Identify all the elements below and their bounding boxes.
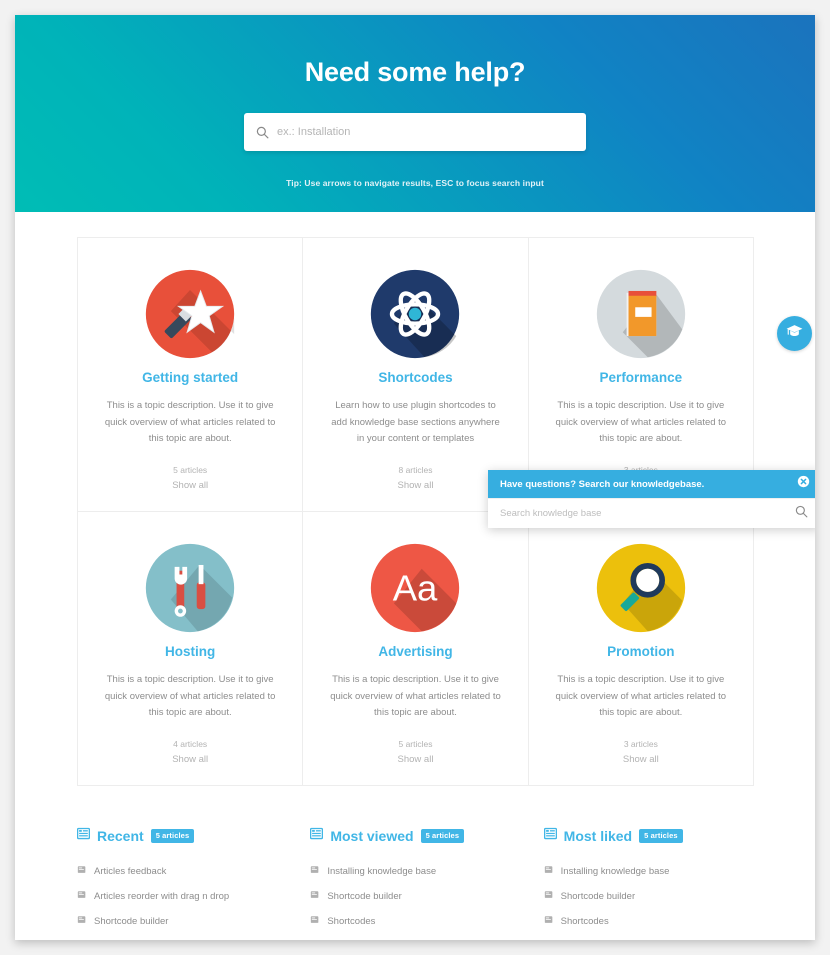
topic-title: Getting started — [142, 370, 239, 385]
list-item[interactable]: Shortcodes — [544, 909, 753, 934]
tools-icon — [100, 536, 280, 640]
topic-title: Hosting — [165, 643, 216, 659]
list-item[interactable]: Installing knowledge base — [310, 859, 519, 884]
list-badge: 5 articles — [420, 828, 465, 843]
topic-article-count: 5 articles — [398, 738, 433, 749]
article-icon — [310, 937, 320, 940]
article-icon — [77, 862, 87, 880]
topic-show-all-link[interactable]: Show all — [100, 754, 280, 765]
topic-description: This is a topic description. Use it to g… — [555, 673, 727, 719]
article-lists: Recent 5 articles Articles feedback Arti… — [77, 827, 753, 940]
article-icon — [544, 862, 554, 880]
widget-header-title: Have questions? Search our knowledgebase… — [500, 478, 705, 490]
list-item-label: Articles feedback — [94, 865, 167, 877]
atom-icon — [325, 262, 505, 366]
list-item[interactable]: Articles reorder with drag n drop — [77, 884, 286, 909]
topic-card-getting-started[interactable]: Getting started This is a topic descript… — [77, 237, 304, 512]
article-icon — [544, 912, 554, 930]
list-item-label: Shortcodes — [327, 915, 376, 927]
list-icon — [77, 827, 90, 845]
list-item-label: Shortcode builder — [560, 890, 636, 902]
search-icon[interactable] — [795, 505, 808, 523]
list-item[interactable]: Restricted article — [77, 934, 286, 940]
article-list-recent: Recent 5 articles Articles feedback Arti… — [77, 827, 286, 940]
article-list-most-viewed: Most viewed 5 articles Installing knowle… — [310, 827, 519, 940]
list-item[interactable]: Installing knowledge base — [544, 859, 753, 884]
article-icon — [77, 912, 87, 930]
list-item[interactable]: Articles feedback — [544, 934, 753, 940]
topic-description: This is a topic description. Use it to g… — [104, 673, 276, 719]
list-badge: 5 articles — [150, 828, 195, 843]
article-icon — [310, 912, 320, 930]
book-icon — [551, 262, 731, 366]
list-badge: 5 articles — [639, 828, 683, 843]
article-list-most-liked: Most liked 5 articles Installing knowled… — [543, 827, 753, 940]
topic-article-count: 3 articles — [623, 738, 658, 749]
magnifier-icon — [551, 536, 731, 640]
topic-description: This is a topic description. Use it to g… — [555, 400, 727, 445]
topic-article-count: 5 articles — [173, 464, 208, 475]
typography-icon: Aa — [325, 536, 505, 640]
hero-banner: Need some help? Tip: Use arrows to navig… — [15, 15, 815, 212]
list-title: Most liked — [563, 827, 633, 844]
topic-description: This is a topic description. Use it to g… — [330, 673, 501, 719]
topic-show-all-link[interactable]: Show all — [551, 754, 731, 765]
knowledgebase-search-widget: Have questions? Search our knowledgebase… — [488, 470, 815, 528]
magic-wand-icon — [100, 262, 280, 366]
list-item[interactable]: Shortcodes — [310, 909, 519, 934]
list-item[interactable]: Articles feedback — [77, 859, 286, 884]
topic-title: Performance — [599, 370, 683, 385]
page-title: Need some help? — [304, 57, 526, 87]
knowledge-base-page: Need some help? Tip: Use arrows to navig… — [15, 15, 815, 940]
list-header: Most viewed 5 articles — [310, 827, 519, 845]
article-icon — [310, 887, 320, 905]
list-item-label: Shortcode builder — [94, 915, 169, 927]
list-item[interactable]: Shortcode builder — [310, 884, 519, 909]
svg-text:Aa: Aa — [393, 567, 438, 608]
list-item-label: Installing knowledge base — [327, 865, 437, 877]
topic-show-all-link[interactable]: Show all — [100, 480, 280, 491]
graduation-cap-icon — [785, 322, 804, 346]
list-title: Recent — [97, 827, 144, 844]
list-icon — [310, 827, 324, 845]
topic-card-hosting[interactable]: Hosting This is a topic description. Use… — [77, 510, 304, 786]
list-icon — [543, 827, 557, 845]
search-tip: Tip: Use arrows to navigate results, ESC… — [286, 178, 544, 188]
topic-show-all-link[interactable]: Show all — [325, 480, 505, 491]
article-icon — [310, 862, 320, 880]
list-item-label: Installing knowledge base — [560, 865, 670, 877]
widget-header: Have questions? Search our knowledgebase… — [488, 470, 815, 498]
topic-description: Learn how to use plugin shortcodes to ad… — [331, 400, 500, 445]
topic-card-promotion[interactable]: Promotion This is a topic description. U… — [527, 510, 754, 786]
article-icon — [77, 937, 87, 940]
close-circle-icon[interactable] — [797, 475, 810, 493]
article-icon — [77, 887, 87, 905]
list-item-label: Shortcodes — [560, 915, 609, 927]
list-item[interactable]: Shortcode builder — [544, 884, 753, 909]
topic-card-advertising[interactable]: Aa Advertising This is a topic descripti… — [302, 510, 529, 786]
list-item-label: Shortcode builder — [327, 890, 402, 902]
article-icon — [544, 937, 554, 940]
topic-title: Advertising — [378, 643, 453, 659]
topic-show-all-link[interactable]: Show all — [325, 754, 505, 765]
search-input[interactable] — [269, 114, 574, 150]
list-item-label: Articles reorder with drag n drop — [94, 890, 230, 902]
list-title: Most viewed — [330, 827, 414, 844]
topic-title: Promotion — [607, 643, 675, 659]
topic-title: Shortcodes — [378, 370, 453, 385]
article-icon — [544, 887, 554, 905]
topic-description: This is a topic description. Use it to g… — [104, 400, 276, 445]
list-header: Recent 5 articles — [77, 827, 286, 845]
widget-search-input[interactable] — [500, 508, 795, 519]
knowledgebase-fab-button[interactable] — [777, 316, 812, 351]
list-header: Most liked 5 articles — [543, 827, 753, 845]
hero-search-box[interactable] — [244, 113, 586, 151]
search-icon — [256, 126, 269, 139]
list-item[interactable]: Basic home page setup — [310, 934, 519, 940]
widget-search-row[interactable] — [488, 498, 815, 528]
topic-article-count: 4 articles — [173, 738, 208, 749]
topic-article-count: 8 articles — [398, 464, 433, 475]
list-item[interactable]: Shortcode builder — [77, 909, 286, 934]
